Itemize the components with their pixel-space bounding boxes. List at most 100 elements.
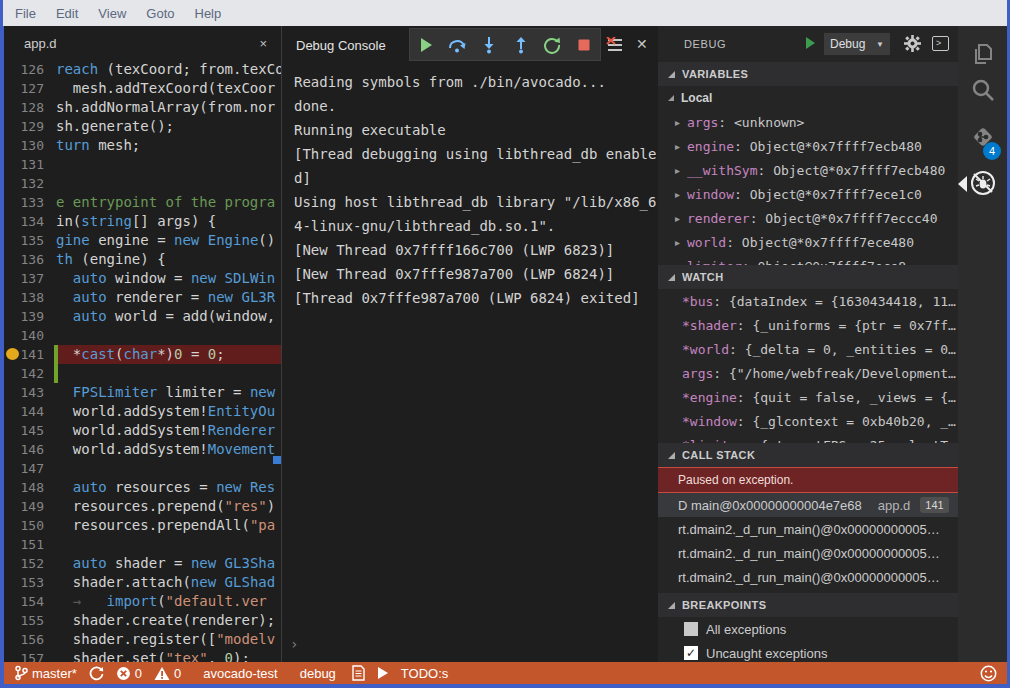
code-line-131[interactable]: 131 — [4, 155, 281, 174]
code-line-143[interactable]: 143 FPSLimiter limiter = new — [4, 383, 281, 402]
expand-arrow-icon[interactable]: ▸ — [675, 165, 680, 176]
step-out-icon[interactable] — [511, 35, 531, 55]
expand-arrow-icon[interactable]: ▸ — [675, 117, 680, 128]
run-task-icon[interactable] — [377, 666, 389, 680]
watch-row[interactable]: args: {"/home/webfreak/Development… — [658, 361, 958, 385]
checkbox[interactable]: ✓ — [684, 646, 698, 660]
expand-arrow-icon[interactable]: ▸ — [675, 141, 680, 152]
open-console-icon[interactable]: > — [932, 36, 949, 51]
code-line-129[interactable]: 129sh.generate(); — [4, 117, 281, 136]
code-line-150[interactable]: 150 resources.prependAll("pa — [4, 516, 281, 535]
code-line-157[interactable]: 157 shader.set("tex", 0); — [4, 649, 281, 662]
expand-arrow-icon[interactable]: ▸ — [675, 237, 680, 248]
search-icon[interactable] — [958, 70, 1007, 110]
code-line-142[interactable]: 142 — [4, 364, 281, 383]
stack-frame[interactable]: rt.dmain2._d_run_main()@0x00000000005… — [658, 565, 958, 589]
stack-frame[interactable]: rt.dmain2._d_run_main()@0x00000000005… — [658, 541, 958, 565]
todo-item[interactable]: TODO:s — [401, 666, 448, 681]
code-line-126[interactable]: 126reach (texCoord; from.texCo — [4, 60, 281, 79]
code-line-147[interactable]: 147 — [4, 459, 281, 478]
expand-arrow-icon[interactable]: ▸ — [675, 261, 680, 266]
step-into-icon[interactable] — [479, 35, 499, 55]
code-line-145[interactable]: 145 world.addSystem!Renderer — [4, 421, 281, 440]
errors-item[interactable]: 0 — [116, 666, 142, 681]
project-item[interactable]: avocado-test — [203, 666, 277, 681]
editor-tab[interactable]: app.d × — [4, 26, 281, 60]
code-line-140[interactable]: 140 — [4, 326, 281, 345]
code-line-141[interactable]: 141 *cast(char*)0 = 0; — [4, 345, 281, 364]
menu-edit[interactable]: Edit — [46, 6, 88, 21]
code-line-149[interactable]: 149 resources.prepend("res") — [4, 497, 281, 516]
variables-section-header[interactable]: VARIABLES — [658, 62, 958, 86]
code-line-146[interactable]: 146 world.addSystem!Movement — [4, 440, 281, 459]
debug-config-dropdown[interactable]: Debug ▼ — [824, 33, 890, 55]
watch-row[interactable]: *bus: {dataIndex = {1630434418, 11… — [658, 289, 958, 313]
callstack-section-header[interactable]: CALL STACK — [658, 443, 958, 467]
code-line-154[interactable]: 154 → import("default.ver — [4, 592, 281, 611]
checkbox[interactable] — [684, 622, 698, 636]
watch-row[interactable]: *shader: {_uniforms = {ptr = 0x7ff… — [658, 313, 958, 337]
code-line-134[interactable]: 134in(string[] args) { — [4, 212, 281, 231]
breakpoint-row[interactable]: All exceptions — [658, 617, 958, 641]
start-debug-button[interactable] — [802, 35, 818, 55]
code-line-139[interactable]: 139 auto world = add(window, — [4, 307, 281, 326]
variable-row[interactable]: ▸renderer: Object@*0x7ffff7eccc40 — [658, 206, 958, 230]
breakpoints-section-header[interactable]: BREAKPOINTS — [658, 593, 958, 617]
code-line-156[interactable]: 156 shader.register(["modelv — [4, 630, 281, 649]
debug-mode-item[interactable]: debug — [300, 666, 336, 681]
watch-row[interactable]: *engine: {quit = false, _views = {… — [658, 385, 958, 409]
variable-row[interactable]: ▸limiter: Object@0x7ffff7ece8 — [658, 254, 958, 265]
git-branch-item[interactable]: master* — [14, 665, 77, 681]
code-line-127[interactable]: 127 mesh.addTexCoord(texCoor — [4, 79, 281, 98]
expand-arrow-icon[interactable]: ▸ — [675, 189, 680, 200]
variable-row[interactable]: ▸window: Object@*0x7ffff7ece1c0 — [658, 182, 958, 206]
clear-console-icon[interactable] — [606, 37, 624, 57]
tab-close-icon[interactable]: × — [259, 36, 267, 51]
feedback-smiley-icon[interactable] — [980, 665, 997, 682]
watch-row[interactable]: *limiter: {_targetFPS = 25, _lastT… — [658, 433, 958, 443]
code-line-137[interactable]: 137 auto window = new SDLWin — [4, 269, 281, 288]
code-line-152[interactable]: 152 auto shader = new GL3Sha — [4, 554, 281, 573]
code-line-135[interactable]: 135gine engine = new Engine() — [4, 231, 281, 250]
variable-row[interactable]: ▸args: <unknown> — [658, 110, 958, 134]
code-line-136[interactable]: 136th (engine) { — [4, 250, 281, 269]
variable-row[interactable]: ▸world: Object@*0x7ffff7ece480 — [658, 230, 958, 254]
watch-section-header[interactable]: WATCH — [658, 265, 958, 289]
console-input-prompt[interactable]: › — [290, 636, 298, 652]
menu-view[interactable]: View — [88, 6, 136, 21]
variable-row[interactable]: ▸engine: Object@*0x7ffff7ecb480 — [658, 134, 958, 158]
console-close-icon[interactable]: ✕ — [636, 36, 648, 52]
breakpoint-icon[interactable] — [6, 348, 19, 360]
watch-row[interactable]: *window: {_glcontext = 0xb40b20, _… — [658, 409, 958, 433]
restart-icon[interactable] — [542, 35, 562, 55]
warnings-item[interactable]: 0 — [154, 666, 181, 681]
menu-goto[interactable]: Goto — [136, 6, 184, 21]
stop-icon[interactable] — [574, 35, 594, 55]
code-line-138[interactable]: 138 auto renderer = new GL3R — [4, 288, 281, 307]
step-over-icon[interactable] — [447, 35, 467, 55]
menu-help[interactable]: Help — [185, 6, 232, 21]
code-line-153[interactable]: 153 shader.attach(new GLShad — [4, 573, 281, 592]
breakpoint-row[interactable]: ✓Uncaught exceptions — [658, 641, 958, 662]
code-area[interactable]: 126reach (texCoord; from.texCo127 mesh.a… — [4, 60, 281, 662]
code-line-128[interactable]: 128sh.addNormalArray(from.nor — [4, 98, 281, 117]
console-output[interactable]: Reading symbols from ./bin/avocado...don… — [294, 70, 658, 632]
stack-frame[interactable]: D main@0x00000000004e7e68app.d141 — [658, 493, 958, 517]
code-line-148[interactable]: 148 auto resources = new Res — [4, 478, 281, 497]
continue-icon[interactable] — [416, 35, 436, 55]
code-line-151[interactable]: 151 — [4, 535, 281, 554]
menu-file[interactable]: File — [5, 6, 46, 21]
sync-button[interactable] — [89, 666, 104, 681]
code-line-133[interactable]: 133e entrypoint of the progra — [4, 193, 281, 212]
document-icon[interactable] — [352, 665, 365, 681]
files-icon[interactable] — [958, 34, 1007, 74]
code-line-130[interactable]: 130turn mesh; — [4, 136, 281, 155]
variable-row[interactable]: ▸__withSym: Object@*0x7ffff7ecb480 — [658, 158, 958, 182]
editor-pane[interactable]: app.d × 126reach (texCoord; from.texCo12… — [4, 26, 281, 662]
scope-local[interactable]: Local — [658, 86, 958, 110]
configure-gear-icon[interactable] — [904, 35, 921, 56]
watch-row[interactable]: *world: {_delta = 0, _entities = 0… — [658, 337, 958, 361]
code-line-155[interactable]: 155 shader.create(renderer); — [4, 611, 281, 630]
code-line-144[interactable]: 144 world.addSystem!EntityOu — [4, 402, 281, 421]
stack-frame[interactable]: rt.dmain2._d_run_main()@0x00000000005… — [658, 517, 958, 541]
